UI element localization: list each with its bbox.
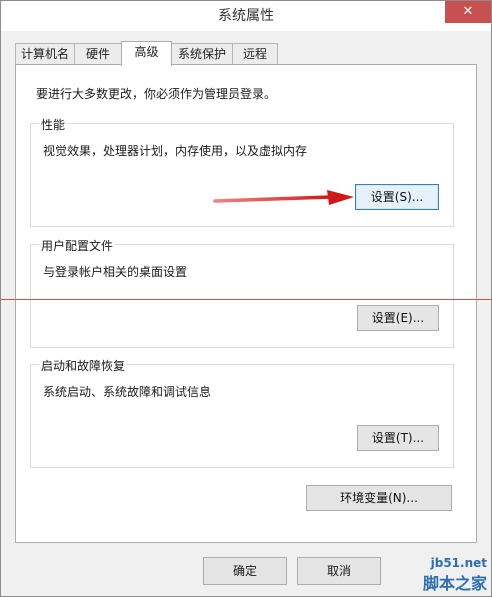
tab-advanced[interactable]: 高级: [121, 41, 172, 66]
startup-recovery-group-label: 启动和故障恢复: [39, 357, 128, 374]
user-profiles-group: 用户配置文件 与登录帐户相关的桌面设置 设置(E)...: [30, 237, 454, 348]
title-bar: 系统属性 ✕: [1, 1, 491, 31]
startup-recovery-settings-button[interactable]: 设置(T)...: [357, 425, 439, 451]
system-properties-window: 系统属性 ✕ 计算机名 硬件 高级 系统保护 远程 要进行大多数更改，你必须作为…: [0, 0, 492, 597]
cancel-button[interactable]: 取消: [297, 557, 381, 585]
admin-notice: 要进行大多数更改，你必须作为管理员登录。: [36, 87, 277, 101]
user-profiles-description: 与登录帐户相关的桌面设置: [43, 265, 188, 279]
tab-remote[interactable]: 远程: [232, 43, 278, 65]
user-profiles-settings-button[interactable]: 设置(E)...: [357, 305, 439, 331]
tab-system-protection[interactable]: 系统保护: [171, 43, 233, 65]
performance-group: 性能 视觉效果，处理器计划，内存使用，以及虚拟内存 设置(S)...: [30, 116, 454, 227]
ok-button[interactable]: 确定: [203, 557, 287, 585]
close-button[interactable]: ✕: [445, 1, 491, 23]
user-profiles-group-label: 用户配置文件: [39, 237, 116, 254]
watermark-name: 脚本之家: [422, 574, 487, 593]
startup-recovery-description: 系统启动、系统故障和调试信息: [43, 385, 212, 399]
window-title: 系统属性: [218, 8, 274, 24]
tab-hardware[interactable]: 硬件: [74, 43, 122, 65]
annotation-line: [1, 299, 492, 300]
watermark-site: jb51.net: [430, 556, 487, 570]
annotation-arrow: [213, 190, 354, 205]
watermark: jb51.net 脚本之家: [423, 556, 487, 594]
environment-variables-button[interactable]: 环境变量(N)...: [306, 485, 452, 511]
startup-recovery-group: 启动和故障恢复 系统启动、系统故障和调试信息 设置(T)...: [30, 357, 454, 468]
performance-settings-button[interactable]: 设置(S)...: [355, 184, 439, 210]
advanced-tab-panel: 要进行大多数更改，你必须作为管理员登录。 性能 视觉效果，处理器计划，内存使用，…: [15, 64, 477, 543]
tab-computer-name[interactable]: 计算机名: [15, 43, 75, 65]
performance-group-label: 性能: [39, 116, 68, 133]
performance-description: 视觉效果，处理器计划，内存使用，以及虚拟内存: [43, 144, 308, 158]
